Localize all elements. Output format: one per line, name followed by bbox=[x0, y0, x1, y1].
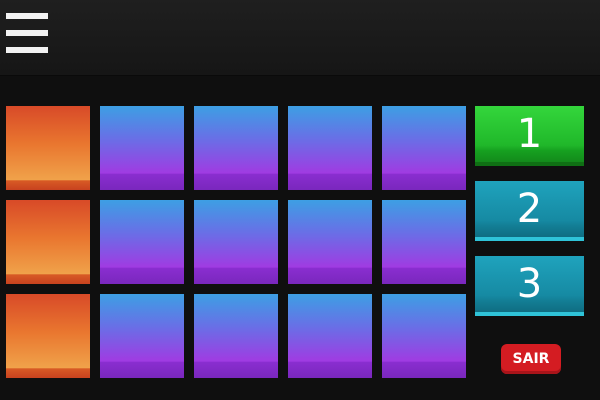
pad-r2-c1[interactable] bbox=[6, 200, 90, 284]
pad-r3-c5[interactable] bbox=[382, 294, 466, 378]
pad-r2-c4[interactable] bbox=[288, 200, 372, 284]
pad-r2-c2[interactable] bbox=[100, 200, 184, 284]
pad-r3-c3[interactable] bbox=[194, 294, 278, 378]
bank-3-button[interactable]: 3 bbox=[475, 256, 584, 316]
menu-line bbox=[6, 30, 48, 36]
pad-r3-c2[interactable] bbox=[100, 294, 184, 378]
bank-1-button[interactable]: 1 bbox=[475, 106, 584, 166]
pad-r2-c3[interactable] bbox=[194, 200, 278, 284]
pad-r1-c4[interactable] bbox=[288, 106, 372, 190]
menu-line bbox=[6, 13, 48, 19]
drum-pad-app: 1 2 3 SAIR bbox=[0, 0, 600, 400]
pad-r3-c1[interactable] bbox=[6, 294, 90, 378]
bank-2-button[interactable]: 2 bbox=[475, 181, 584, 241]
pad-r1-c5[interactable] bbox=[382, 106, 466, 190]
pad-r1-c1[interactable] bbox=[6, 106, 90, 190]
menu-line bbox=[6, 47, 48, 53]
top-toolbar bbox=[0, 0, 600, 76]
pad-r1-c2[interactable] bbox=[100, 106, 184, 190]
pad-r3-c4[interactable] bbox=[288, 294, 372, 378]
pad-r1-c3[interactable] bbox=[194, 106, 278, 190]
pad-r2-c5[interactable] bbox=[382, 200, 466, 284]
hamburger-menu-icon[interactable] bbox=[6, 13, 48, 53]
exit-button[interactable]: SAIR bbox=[501, 344, 561, 374]
